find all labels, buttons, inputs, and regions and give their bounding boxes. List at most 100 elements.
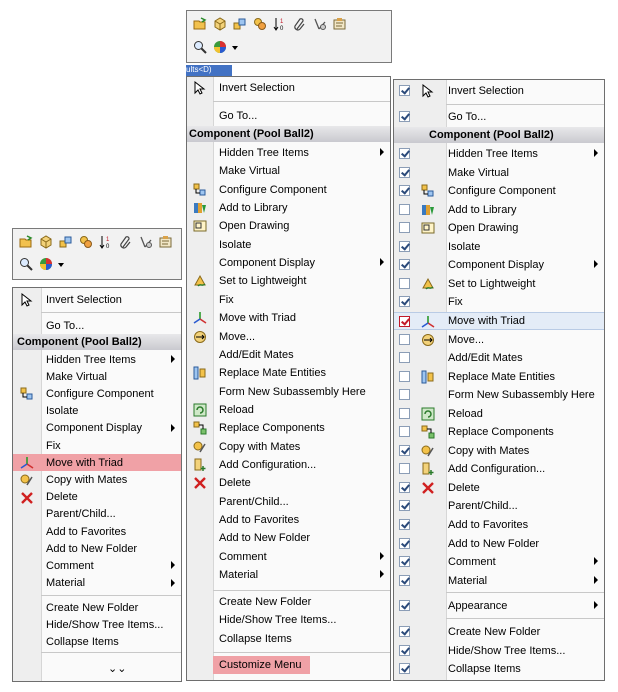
- visibility-checkbox[interactable]: [399, 370, 410, 382]
- menu-item-add-edit-mates[interactable]: Add/Edit Mates: [187, 346, 390, 364]
- visibility-checkbox[interactable]: [399, 574, 410, 586]
- menu-item-copy-with-mates[interactable]: Copy with Mates: [394, 442, 604, 460]
- menu-item-make-virtual[interactable]: Make Virtual: [394, 164, 604, 182]
- visibility-checkbox[interactable]: [399, 148, 410, 159]
- menu-item-add-to-new-folder[interactable]: Add to New Folder: [13, 540, 181, 557]
- paperclip-button[interactable]: [291, 16, 309, 34]
- menu-item-isolate[interactable]: Isolate: [187, 236, 390, 254]
- visibility-checkbox[interactable]: [399, 85, 410, 96]
- sort-button[interactable]: 10: [97, 234, 115, 252]
- menu-item-add-to-favorites[interactable]: Add to Favorites: [13, 523, 181, 540]
- menu-item-form-new-subassembly-here[interactable]: Form New Subassembly Here: [394, 386, 604, 404]
- menu-item-delete[interactable]: Delete: [13, 489, 181, 506]
- menu-item-delete[interactable]: Delete: [187, 474, 390, 492]
- menu-item-invert-selection[interactable]: Invert Selection: [13, 291, 181, 308]
- visibility-checkbox[interactable]: [399, 556, 410, 568]
- properties-button[interactable]: [331, 16, 349, 34]
- menu-item-delete[interactable]: Delete: [394, 479, 604, 497]
- menu-item-create-new-folder[interactable]: Create New Folder: [13, 599, 181, 616]
- menu-item-parent-child[interactable]: Parent/Child...: [13, 506, 181, 523]
- menu-item-hidden-tree-items[interactable]: Hidden Tree Items: [187, 144, 390, 162]
- visibility-checkbox[interactable]: [399, 203, 410, 215]
- menu-item-configure-component[interactable]: Configure Component: [187, 181, 390, 199]
- zoom-button[interactable]: [17, 256, 35, 274]
- folder-open-button[interactable]: [17, 234, 35, 252]
- visibility-checkbox[interactable]: [399, 333, 410, 345]
- menu-item-replace-components[interactable]: Replace Components: [394, 423, 604, 441]
- dropdown-arrow-button[interactable]: [57, 256, 65, 274]
- menu-item-hidden-tree-items[interactable]: Hidden Tree Items: [394, 145, 604, 163]
- menu-item-reload[interactable]: Reload: [394, 405, 604, 423]
- visibility-checkbox[interactable]: [399, 463, 410, 475]
- menu-item-hide-show-tree-items[interactable]: Hide/Show Tree Items...: [13, 616, 181, 633]
- menu-item-add-to-favorites[interactable]: Add to Favorites: [187, 511, 390, 529]
- visibility-checkbox[interactable]: [399, 296, 410, 308]
- dropdown-arrow-button[interactable]: [231, 39, 239, 57]
- mate-button[interactable]: [137, 234, 155, 252]
- visibility-checkbox[interactable]: [399, 259, 410, 271]
- menu-item-parent-child[interactable]: Parent/Child...: [187, 493, 390, 511]
- box-button[interactable]: [37, 234, 55, 252]
- menu-item-add-to-favorites[interactable]: Add to Favorites: [394, 516, 604, 534]
- visibility-checkbox[interactable]: [399, 426, 410, 438]
- visibility-checkbox[interactable]: [399, 277, 410, 289]
- visibility-checkbox[interactable]: [399, 315, 410, 327]
- menu-item-replace-mate-entities[interactable]: Replace Mate Entities: [394, 368, 604, 386]
- menu-item-add-edit-mates[interactable]: Add/Edit Mates: [394, 349, 604, 367]
- menu-item-create-new-folder[interactable]: Create New Folder: [187, 593, 390, 611]
- components-button[interactable]: [251, 16, 269, 34]
- menu-item-move-with-triad[interactable]: Move with Triad: [187, 309, 390, 327]
- visibility-checkbox[interactable]: [399, 240, 410, 252]
- menu-item-parent-child[interactable]: Parent/Child...: [394, 497, 604, 515]
- box-button[interactable]: [211, 16, 229, 34]
- menu-item-fix[interactable]: Fix: [187, 291, 390, 309]
- components-button[interactable]: [77, 234, 95, 252]
- menu-item-collapse-items[interactable]: Collapse Items: [187, 630, 390, 648]
- menu-item-create-new-folder[interactable]: Create New Folder: [394, 623, 604, 641]
- menu-item-add-to-library[interactable]: Add to Library: [394, 201, 604, 219]
- menu-item-component-display[interactable]: Component Display: [394, 256, 604, 274]
- visibility-checkbox[interactable]: [399, 663, 410, 675]
- menu-item-move-with-triad[interactable]: Move with Triad: [13, 454, 181, 472]
- menu-item-form-new-subassembly-here[interactable]: Form New Subassembly Here: [187, 383, 390, 401]
- menu-item-copy-with-mates[interactable]: Copy with Mates: [13, 471, 181, 488]
- menu-item-comment[interactable]: Comment: [187, 548, 390, 566]
- menu-item-make-virtual[interactable]: Make Virtual: [187, 162, 390, 180]
- menu-item-move-with-triad[interactable]: Move with Triad: [394, 311, 604, 330]
- visibility-checkbox[interactable]: [399, 222, 410, 234]
- visibility-checkbox[interactable]: [399, 481, 410, 493]
- menu-item-add-to-new-folder[interactable]: Add to New Folder: [187, 529, 390, 547]
- menu-item-invert-selection[interactable]: Invert Selection: [394, 82, 604, 100]
- menu-item-fix[interactable]: Fix: [394, 293, 604, 311]
- menu-item-add-configuration[interactable]: Add Configuration...: [187, 456, 390, 474]
- appearance-button[interactable]: [37, 256, 55, 274]
- folder-open-button[interactable]: [191, 16, 209, 34]
- menu-item-move[interactable]: Move...: [394, 331, 604, 349]
- appearance-button[interactable]: [211, 39, 229, 57]
- menu-item-component-display[interactable]: Component Display: [13, 420, 181, 437]
- visibility-checkbox[interactable]: [399, 500, 410, 512]
- menu-item-appearance[interactable]: Appearance: [394, 597, 604, 615]
- visibility-checkbox[interactable]: [399, 389, 410, 401]
- menu-item-isolate[interactable]: Isolate: [13, 403, 181, 420]
- menu-item-component-display[interactable]: Component Display: [187, 254, 390, 272]
- paperclip-button[interactable]: [117, 234, 135, 252]
- sort-button[interactable]: 10: [271, 16, 289, 34]
- menu-item-go-to[interactable]: Go To...: [394, 108, 604, 126]
- menu-item-collapse-items[interactable]: Collapse Items: [394, 660, 604, 678]
- menu-item-set-to-lightweight[interactable]: Set to Lightweight: [187, 272, 390, 290]
- mate-button[interactable]: [311, 16, 329, 34]
- menu-item-isolate[interactable]: Isolate: [394, 238, 604, 256]
- visibility-checkbox[interactable]: [399, 519, 410, 530]
- visibility-checkbox[interactable]: [399, 444, 410, 456]
- menu-item-set-to-lightweight[interactable]: Set to Lightweight: [394, 275, 604, 293]
- menu-item-configure-component[interactable]: Configure Component: [394, 182, 604, 200]
- zoom-button[interactable]: [191, 39, 209, 57]
- menu-item-go-to[interactable]: Go To...: [187, 107, 390, 125]
- menu-item-material[interactable]: Material: [13, 575, 181, 592]
- menu-item-fix[interactable]: Fix: [13, 437, 181, 454]
- menu-item-copy-with-mates[interactable]: Copy with Mates: [187, 438, 390, 456]
- menu-item-customize-menu[interactable]: Customize Menu: [213, 656, 310, 674]
- menu-item-material[interactable]: Material: [187, 566, 390, 584]
- menu-item-hide-show-tree-items[interactable]: Hide/Show Tree Items...: [187, 611, 390, 629]
